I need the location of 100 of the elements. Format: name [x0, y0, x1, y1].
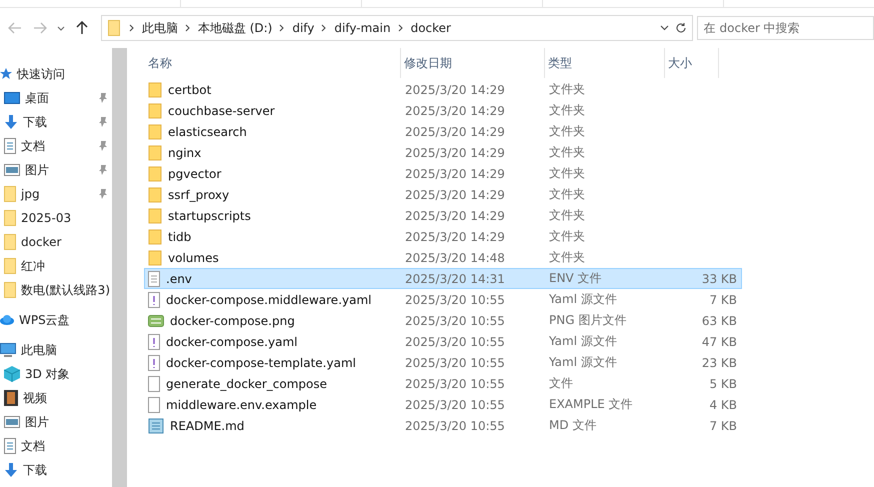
size-cell-text: 4 KB: [708, 398, 738, 412]
yaml-file-icon: [148, 292, 160, 308]
file-row[interactable]: pgvector 2025/3/20 14:29 文件夹: [144, 163, 742, 184]
chevron-icon: [321, 24, 328, 32]
left-arrow-icon: [8, 22, 22, 34]
sidebar-item[interactable]: 文档: [0, 134, 112, 158]
column-header[interactable]: 修改日期: [401, 48, 545, 78]
size-cell-text: 63 KB: [700, 314, 738, 328]
size-cell-text: 7 KB: [708, 418, 738, 432]
type-cell-text: 文件夹: [548, 165, 586, 182]
type-cell-text: MD 文件: [548, 417, 598, 434]
file-name: startupscripts: [168, 208, 251, 222]
sidebar-item[interactable]: 此电脑: [0, 338, 112, 362]
column-header[interactable]: 类型: [545, 48, 665, 78]
dropdown-caret-icon: [660, 25, 669, 31]
date-cell-text: 2025/3/20 14:29: [404, 104, 506, 118]
file-name: ssrf_proxy: [168, 188, 230, 202]
file-name: volumes: [168, 250, 219, 264]
sidebar-item[interactable]: WPS云盘: [0, 308, 112, 332]
sidebar-item[interactable]: jpg: [0, 182, 112, 206]
sidebar-item[interactable]: 文档: [0, 434, 112, 458]
folder-icon: [148, 82, 162, 98]
type-cell-text: 文件夹: [548, 81, 586, 98]
sidebar-item[interactable]: 图片: [0, 410, 112, 434]
date-cell-text: 2025/3/20 10:55: [404, 314, 506, 328]
type-cell-text: 文件夹: [548, 228, 586, 245]
breadcrumb-item[interactable]: dify: [288, 21, 318, 35]
image-file-icon: [148, 312, 164, 328]
file-name: nginx: [168, 146, 202, 160]
type-cell-text: Yaml 源文件: [548, 354, 618, 371]
size-cell-text: 23 KB: [700, 356, 738, 370]
search-field[interactable]: 在 docker 中搜索: [696, 16, 874, 40]
file-row[interactable]: docker-compose.yaml 2025/3/20 10:55 Yaml 源文件 47 KB: [144, 331, 742, 352]
file-row[interactable]: volumes 2025/3/20 14:48 文件夹: [144, 247, 742, 268]
file-name: certbot: [168, 82, 212, 96]
folder-icon: [148, 124, 162, 140]
size-cell-text: 5 KB: [708, 376, 738, 390]
breadcrumb-item[interactable]: docker: [406, 21, 455, 35]
file-row[interactable]: docker-compose.middleware.yaml 2025/3/20 10:55 Yaml 源文件 7 KB: [144, 289, 742, 310]
date-cell-text: 2025/3/20 14:29: [404, 166, 506, 180]
file-row[interactable]: ssrf_proxy 2025/3/20 14:29 文件夹: [144, 184, 742, 205]
computer-icon: [0, 343, 16, 357]
file-row[interactable]: .env 2025/3/20 14:31 ENV 文件 33 KB: [144, 268, 742, 289]
download-arrow-icon: [4, 115, 18, 129]
size-cell-text: 33 KB: [700, 272, 738, 286]
file-row[interactable]: couchbase-server 2025/3/20 14:29 文件夹: [144, 100, 742, 121]
sidebar-item[interactable]: 下载: [0, 458, 112, 482]
folder-icon: [4, 234, 16, 250]
sidebar-item[interactable]: 图片: [0, 158, 112, 182]
cloud-icon: [0, 315, 14, 325]
date-cell-text: 2025/3/20 14:29: [404, 82, 506, 96]
breadcrumb-item[interactable]: 本地磁盘 (D:): [194, 20, 276, 36]
date-cell-text: 2025/3/20 10:55: [404, 398, 506, 412]
folder-icon: [148, 208, 162, 224]
type-cell-text: Yaml 源文件: [548, 291, 618, 308]
desktop-icon: [4, 92, 20, 104]
sidebar-item[interactable]: 视频: [0, 386, 112, 410]
file-row[interactable]: README.md 2025/3/20 10:55 MD 文件 7 KB: [144, 415, 742, 436]
column-header[interactable]: 大小: [665, 48, 719, 78]
file-name: elasticsearch: [168, 124, 247, 138]
breadcrumb-item[interactable]: dify-main: [330, 21, 395, 35]
breadcrumb-item[interactable]: 此电脑: [138, 20, 182, 36]
file-row[interactable]: startupscripts 2025/3/20 14:29 文件夹: [144, 205, 742, 226]
file-row[interactable]: docker-compose.png 2025/3/20 10:55 PNG 图片文件 63 KB: [144, 310, 742, 331]
sidebar-item[interactable]: 桌面: [0, 86, 112, 110]
file-row[interactable]: middleware.env.example 2025/3/20 10:55 EXAMPLE 文件 4 KB: [144, 394, 742, 415]
column-header[interactable]: 名称: [145, 48, 401, 78]
folder-icon: [148, 102, 162, 118]
file-row[interactable]: generate_docker_compose 2025/3/20 10:55 文件 5 KB: [144, 373, 742, 394]
folder-icon: [108, 20, 120, 36]
file-row[interactable]: tidb 2025/3/20 14:29 文件夹: [144, 226, 742, 247]
star-icon: [0, 68, 12, 80]
file-row[interactable]: certbot 2025/3/20 14:29 文件夹: [144, 79, 742, 100]
sidebar-item[interactable]: 红冲: [0, 254, 112, 278]
date-cell-text: 2025/3/20 10:55: [404, 356, 506, 370]
file-name: couchbase-server: [168, 104, 275, 118]
folder-icon: [148, 144, 162, 160]
file-row[interactable]: docker-compose-template.yaml 2025/3/20 10:55 Yaml 源文件 23 KB: [144, 352, 742, 373]
file-icon: [148, 376, 160, 392]
refresh-icon[interactable]: [674, 22, 687, 34]
text-file-icon: [148, 270, 160, 286]
sidebar-item[interactable]: 3D 对象: [0, 362, 112, 386]
date-cell-text: 2025/3/20 14:48: [404, 250, 506, 264]
type-cell-text: ENV 文件: [548, 270, 603, 287]
sidebar-item[interactable]: 下载: [0, 110, 112, 134]
file-row[interactable]: elasticsearch 2025/3/20 14:29 文件夹: [144, 121, 742, 142]
file-row[interactable]: nginx 2025/3/20 14:29 文件夹: [144, 142, 742, 163]
picture-icon: [4, 164, 20, 176]
type-cell-text: Yaml 源文件: [548, 333, 618, 350]
type-cell-text: 文件夹: [548, 207, 586, 224]
sidebar-item[interactable]: docker: [0, 230, 112, 254]
type-cell-text: 文件夹: [548, 144, 586, 161]
sidebar-item[interactable]: 2025-03: [0, 206, 112, 230]
sidebar-item[interactable]: 快速访问: [0, 62, 112, 86]
download-arrow-icon: [4, 463, 18, 477]
sidebar-item[interactable]: 数电(默认线路3): [0, 278, 112, 302]
scrollbar[interactable]: [112, 48, 127, 487]
address-bar[interactable]: 此电脑 本地磁盘 (D:) dify dify-main docker: [100, 15, 693, 41]
file-name: docker-compose.yaml: [166, 334, 298, 348]
folder-icon: [148, 166, 162, 182]
